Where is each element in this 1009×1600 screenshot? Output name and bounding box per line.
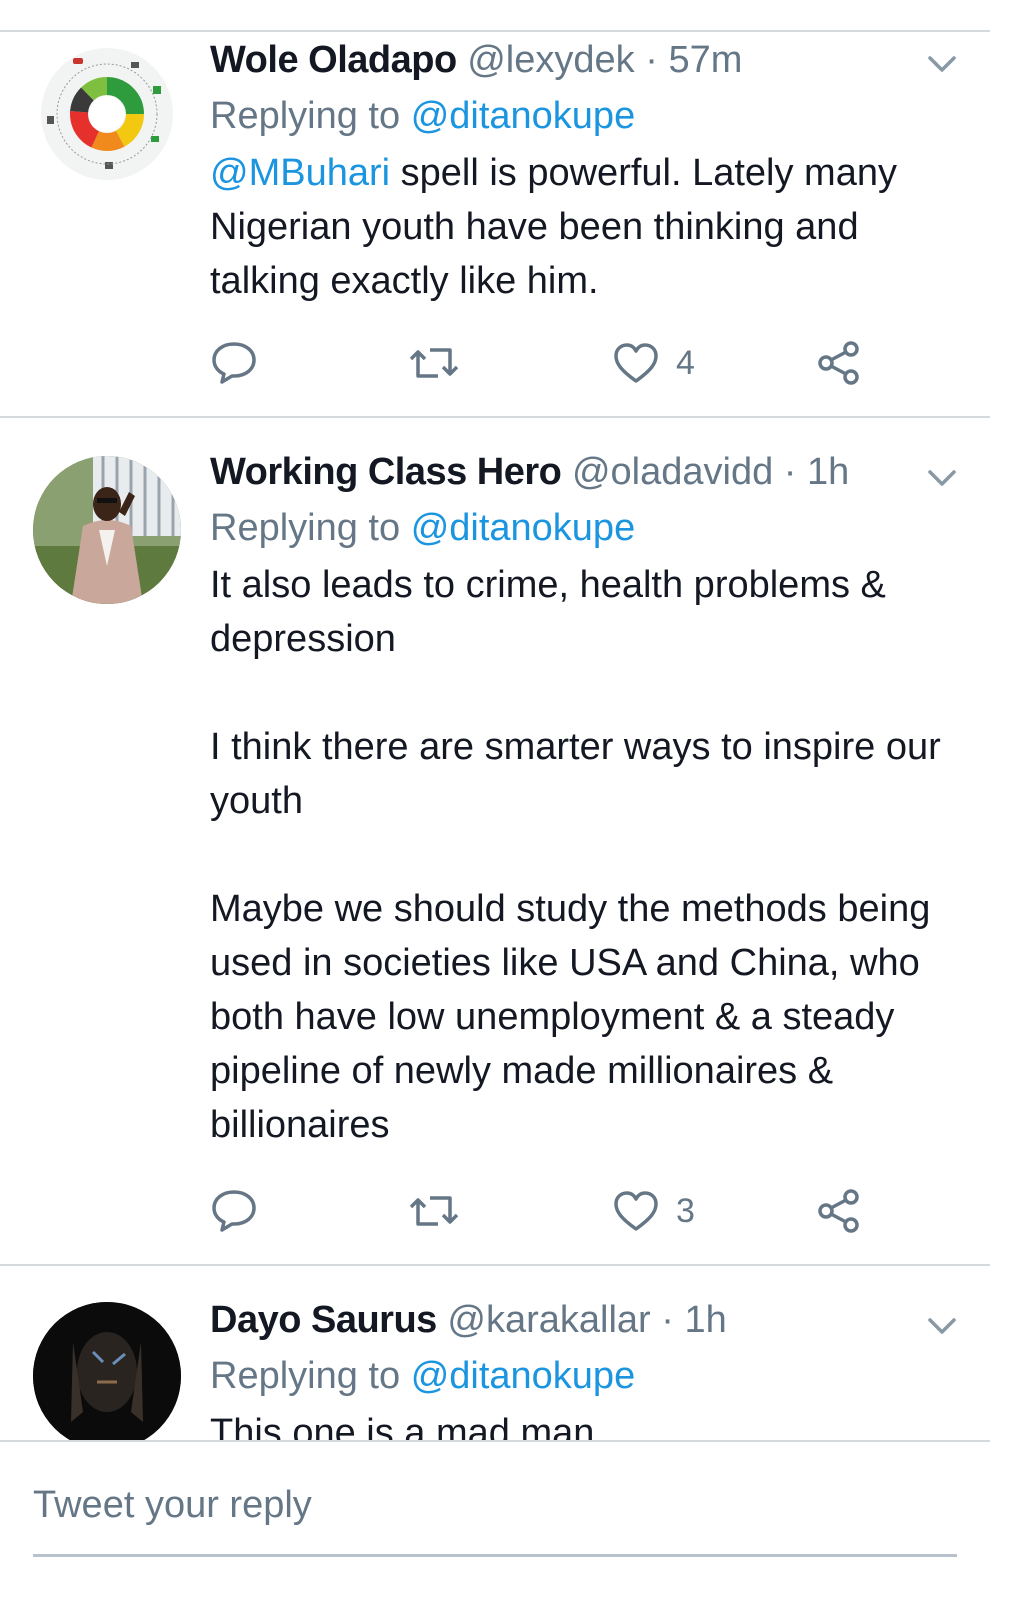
tweet-actions: 4 bbox=[210, 338, 890, 388]
reply-input[interactable]: Tweet your reply bbox=[33, 1484, 312, 1527]
share-icon bbox=[818, 1189, 859, 1233]
reply-composer: Tweet your reply bbox=[0, 1440, 990, 1600]
avatar[interactable] bbox=[33, 456, 181, 604]
replying-to-link[interactable]: @ditanokupe bbox=[411, 1355, 636, 1397]
timestamp[interactable]: 57m bbox=[668, 39, 742, 81]
share-button[interactable] bbox=[816, 1186, 862, 1236]
timestamp[interactable]: 1h bbox=[807, 451, 849, 493]
replying-to-link[interactable]: @ditanokupe bbox=[411, 507, 636, 549]
tweet-paragraph: It also leads to crime, health problems … bbox=[210, 564, 886, 660]
share-icon bbox=[818, 341, 859, 385]
replying-to-link[interactable]: @ditanokupe bbox=[411, 95, 636, 137]
tweet-paragraph: I think there are smarter ways to inspir… bbox=[210, 726, 941, 822]
replying-to-label: Replying to bbox=[210, 1355, 401, 1397]
retweet-button[interactable] bbox=[408, 1186, 460, 1236]
reply-input-underline bbox=[33, 1554, 957, 1557]
author-handle[interactable]: @karakallar bbox=[447, 1299, 650, 1341]
tweet-paragraph: Maybe we should study the methods being … bbox=[210, 888, 931, 1146]
like-count: 4 bbox=[676, 343, 695, 382]
chevron-down-icon[interactable] bbox=[924, 464, 960, 492]
avatar[interactable] bbox=[33, 1302, 181, 1440]
tweet-header: Dayo Saurus @karakallar · 1h bbox=[210, 1296, 948, 1344]
avatar-person-photo bbox=[33, 1302, 181, 1440]
tweet-content: Wole Oladapo @lexydek · 57m Replying to … bbox=[210, 36, 948, 308]
like-count: 3 bbox=[676, 1191, 695, 1230]
avatar-person-photo bbox=[33, 456, 181, 604]
tweet-3[interactable]: Dayo Saurus @karakallar · 1h Replying to… bbox=[0, 1266, 990, 1440]
like-icon bbox=[614, 343, 658, 383]
like-button[interactable]: 4 bbox=[612, 338, 695, 388]
reply-icon bbox=[212, 1190, 256, 1232]
tweet-actions: 3 bbox=[210, 1186, 890, 1236]
tweet-content: Dayo Saurus @karakallar · 1h Replying to… bbox=[210, 1296, 948, 1440]
reply-icon bbox=[212, 342, 256, 384]
like-icon bbox=[614, 1191, 658, 1231]
chevron-down-icon[interactable] bbox=[924, 1312, 960, 1340]
tweet-text: @MBuhari spell is powerful. Lately many … bbox=[210, 146, 948, 308]
author-name[interactable]: Working Class Hero bbox=[210, 451, 562, 493]
tweet-text: It also leads to crime, health problems … bbox=[210, 558, 948, 1152]
retweet-icon bbox=[409, 1196, 459, 1226]
avatar[interactable] bbox=[33, 40, 181, 188]
tweet-text: This one is a mad man bbox=[210, 1412, 595, 1440]
right-edge bbox=[990, 0, 1009, 1600]
reply-button[interactable] bbox=[210, 338, 258, 388]
share-button[interactable] bbox=[816, 338, 862, 388]
mention-link[interactable]: @MBuhari bbox=[210, 152, 390, 194]
chevron-down-icon[interactable] bbox=[924, 50, 960, 78]
replying-to-label: Replying to bbox=[210, 507, 401, 549]
separator: · bbox=[661, 1299, 674, 1341]
author-name[interactable]: Dayo Saurus bbox=[210, 1299, 437, 1341]
tweet-2[interactable]: Working Class Hero @oladavidd · 1h Reply… bbox=[0, 418, 990, 1266]
tweet-content: Working Class Hero @oladavidd · 1h Reply… bbox=[210, 448, 948, 1152]
author-name[interactable]: Wole Oladapo bbox=[210, 39, 457, 81]
tweet-header: Wole Oladapo @lexydek · 57m bbox=[210, 36, 948, 84]
timestamp[interactable]: 1h bbox=[684, 1299, 726, 1341]
author-handle[interactable]: @oladavidd bbox=[572, 451, 773, 493]
avatar-infographic-image bbox=[33, 40, 181, 188]
like-button[interactable]: 3 bbox=[612, 1186, 695, 1236]
replying-to: Replying to @ditanokupe bbox=[210, 92, 948, 140]
replying-to-label: Replying to bbox=[210, 95, 401, 137]
replying-to: Replying to @ditanokupe bbox=[210, 504, 948, 552]
tweet-1[interactable]: Wole Oladapo @lexydek · 57m Replying to … bbox=[0, 30, 990, 418]
replying-to: Replying to @ditanokupe bbox=[210, 1352, 948, 1400]
retweet-button[interactable] bbox=[408, 338, 460, 388]
reply-button[interactable] bbox=[210, 1186, 258, 1236]
separator: · bbox=[783, 451, 797, 493]
tweet-header: Working Class Hero @oladavidd · 1h bbox=[210, 448, 948, 496]
separator: · bbox=[645, 39, 658, 81]
retweet-icon bbox=[409, 348, 459, 378]
author-handle[interactable]: @lexydek bbox=[467, 39, 634, 81]
